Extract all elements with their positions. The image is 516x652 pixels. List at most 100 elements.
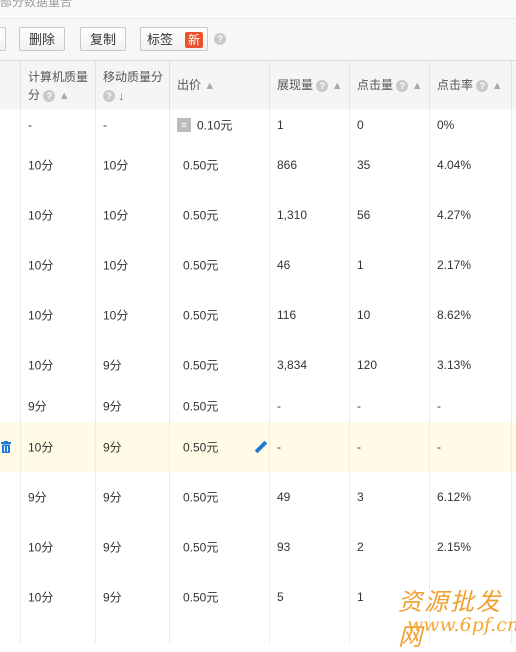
- toolbar-partial-button[interactable]: [0, 27, 6, 51]
- row-select-cell[interactable]: [0, 140, 20, 190]
- table-row[interactable]: 10分 10分 0.50元 46 1 2.17%: [0, 240, 516, 291]
- cell-value: 10分: [103, 158, 129, 173]
- cell-value: 10分: [103, 208, 129, 223]
- bid-cell[interactable]: 0.50元: [169, 422, 269, 472]
- help-icon[interactable]: ?: [316, 79, 329, 92]
- table-row[interactable]: - - ≡ 0.10元 1 0 0%: [0, 109, 516, 141]
- bid-cell[interactable]: 0.50元: [169, 522, 269, 572]
- header-pc-quality[interactable]: 计算机质量 分 ? ▲: [20, 61, 95, 109]
- row-select-cell[interactable]: [0, 240, 20, 290]
- clicks-cell: 10: [349, 290, 429, 340]
- cell-value: 2.17%: [437, 258, 472, 272]
- clicks-cell: 0: [349, 109, 429, 140]
- row-select-cell[interactable]: [0, 190, 20, 240]
- delete-button[interactable]: 删除: [19, 27, 65, 51]
- header-clicks-wrap: 点击量 ? ▲: [357, 75, 423, 96]
- bid-strategy-icon: ≡: [177, 117, 191, 132]
- table-row[interactable]: 10分 10分 0.50元 1,310 56 4.27%: [0, 190, 516, 241]
- ctr-cell: 4.04%: [429, 140, 511, 190]
- help-icon[interactable]: ?: [103, 89, 115, 102]
- bid-cell[interactable]: 0.50元: [169, 572, 269, 622]
- mobile-quality-cell: 9分: [95, 390, 169, 422]
- cell-value: 10: [357, 308, 371, 322]
- cell-value: 0.10元: [197, 118, 233, 132]
- cell-value: -: [437, 399, 441, 413]
- cell-value: 0.50元: [183, 158, 219, 173]
- header-mobile-quality[interactable]: 移动质量分 ? ↓: [95, 61, 169, 109]
- row-select-cell: [0, 622, 20, 643]
- mobile-quality-cell: [95, 622, 169, 643]
- cell-value: 4.04%: [437, 158, 472, 172]
- cell-value: -: [357, 399, 361, 413]
- cell-value: 10分: [28, 208, 54, 223]
- table-row-hovered[interactable]: 10分 9分 0.50元 - - -: [0, 422, 516, 473]
- sort-up-arrow-icon[interactable]: ▲: [492, 76, 503, 96]
- bid-cell[interactable]: 0.50元: [169, 190, 269, 240]
- row-select-cell[interactable]: [0, 472, 20, 522]
- clicks-cell: 3: [349, 472, 429, 522]
- clicks-cell: 35: [349, 140, 429, 190]
- cell-value: 8.62%: [437, 308, 472, 322]
- next-cell: [511, 340, 516, 390]
- cell-value: 1: [357, 258, 364, 272]
- ctr-cell: 4.27%: [429, 190, 511, 240]
- bid-cell[interactable]: ≡ 0.10元: [169, 109, 269, 140]
- table-row[interactable]: 10分 9分 0.50元 3,834 120 3.13%: [0, 340, 516, 391]
- copy-button[interactable]: 复制: [80, 27, 126, 51]
- help-icon[interactable]: ?: [43, 89, 56, 102]
- pc-quality-cell: [20, 622, 95, 643]
- bid-cell[interactable]: 0.50元: [169, 240, 269, 290]
- header-ctr[interactable]: 点击率 ? ▲: [429, 61, 511, 109]
- cell-value: 10分: [28, 308, 54, 323]
- table-row[interactable]: 10分 9分 0.50元 93 2 2.15%: [0, 522, 516, 573]
- cell-value: 5: [277, 590, 284, 604]
- row-select-cell[interactable]: [0, 290, 20, 340]
- sort-up-arrow-icon[interactable]: ▲: [412, 76, 423, 96]
- sort-up-arrow-icon[interactable]: ▲: [204, 76, 215, 96]
- cell-value: 56: [357, 208, 371, 222]
- cell-value: 10分: [28, 440, 54, 455]
- row-select-cell[interactable]: [0, 522, 20, 572]
- row-select-cell[interactable]: [0, 422, 20, 472]
- row-select-cell[interactable]: [0, 340, 20, 390]
- cell-value: 0.50元: [183, 258, 219, 273]
- header-clicks[interactable]: 点击量 ? ▲: [349, 61, 429, 109]
- bid-cell[interactable]: 0.50元: [169, 290, 269, 340]
- cell-value: 6.12%: [437, 490, 472, 504]
- header-bid[interactable]: 出价 ▲: [169, 61, 269, 109]
- sort-down-arrow-icon[interactable]: ↓: [118, 86, 124, 106]
- pc-quality-cell: 10分: [20, 522, 95, 572]
- clicks-cell: 1: [349, 240, 429, 290]
- sort-up-arrow-icon[interactable]: ▲: [332, 76, 343, 96]
- bid-cell[interactable]: 0.50元: [169, 390, 269, 422]
- table-row[interactable]: 9分 9分 0.50元 49 3 6.12%: [0, 472, 516, 523]
- header-impressions[interactable]: 展现量 ? ▲: [269, 61, 349, 109]
- ctr-cell: 3.13%: [429, 340, 511, 390]
- row-select-cell[interactable]: [0, 390, 20, 422]
- header-next-column: [511, 61, 516, 109]
- next-cell: [511, 290, 516, 340]
- bid-cell[interactable]: 0.50元: [169, 340, 269, 390]
- help-icon[interactable]: ?: [476, 79, 489, 92]
- help-icon[interactable]: ?: [214, 33, 226, 45]
- trash-icon[interactable]: [1, 441, 11, 453]
- cell-value: 0.50元: [183, 490, 219, 505]
- header-pc-quality-label: 计算机质量: [28, 70, 89, 84]
- pencil-icon[interactable]: [254, 440, 268, 454]
- mobile-quality-cell: -: [95, 109, 169, 140]
- cell-value: 10分: [28, 590, 54, 605]
- row-select-cell[interactable]: [0, 109, 20, 140]
- table-row[interactable]: 10分 10分 0.50元 866 35 4.04%: [0, 140, 516, 191]
- table-row[interactable]: 10分 10分 0.50元 116 10 8.62%: [0, 290, 516, 341]
- bid-cell[interactable]: 0.50元: [169, 472, 269, 522]
- bid-cell[interactable]: 0.50元: [169, 140, 269, 190]
- mobile-quality-cell: 10分: [95, 190, 169, 240]
- top-strip: 部分数据重合: [0, 0, 516, 19]
- header-bid-label: 出价: [177, 78, 202, 92]
- sort-up-arrow-icon[interactable]: ▲: [59, 86, 70, 106]
- impressions-cell: 5: [269, 572, 349, 622]
- tag-button[interactable]: 标签 新: [140, 27, 208, 51]
- help-icon[interactable]: ?: [396, 79, 409, 92]
- row-select-cell[interactable]: [0, 572, 20, 622]
- table-row[interactable]: 9分 9分 0.50元 - - -: [0, 390, 516, 423]
